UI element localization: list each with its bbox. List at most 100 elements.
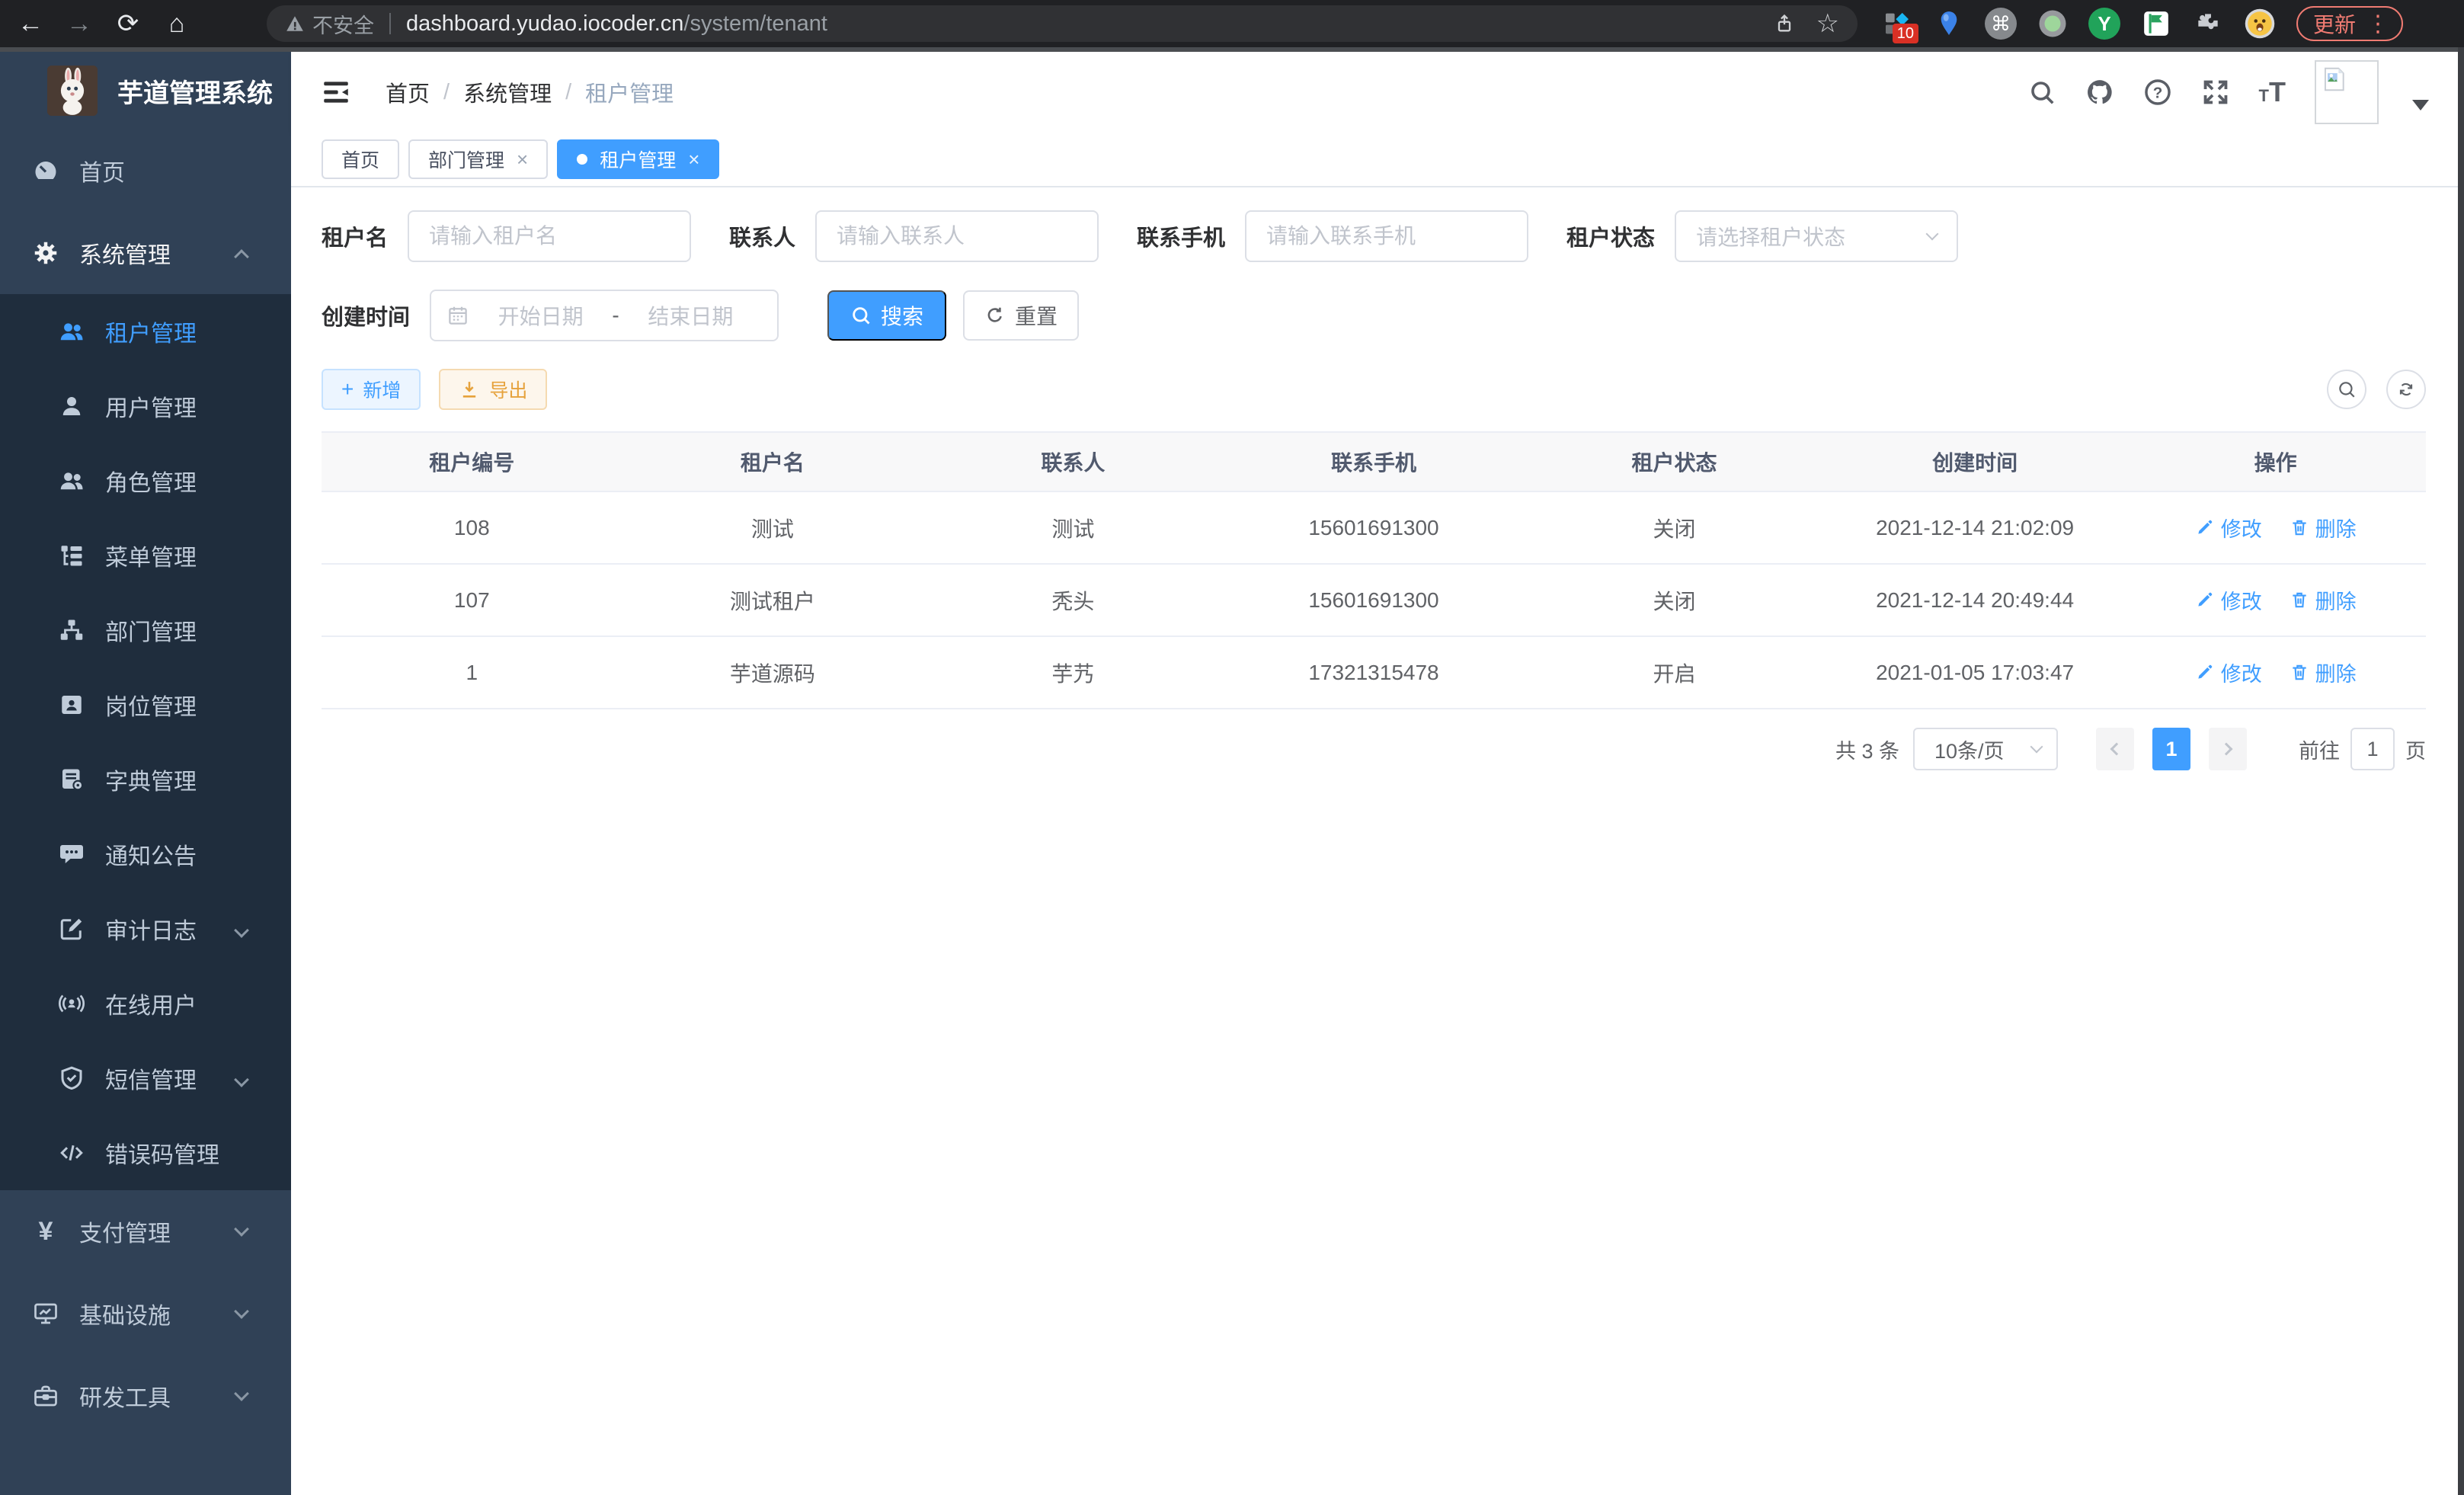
sidebar-item-user[interactable]: 用户管理 (0, 369, 291, 443)
chevron-right-icon (2220, 743, 2233, 756)
extension-tabs-icon[interactable]: 10 (1880, 7, 1914, 40)
sidebar-item-system[interactable]: 系统管理 (0, 212, 291, 294)
close-icon[interactable]: × (688, 148, 699, 171)
sidebar-fold-icon[interactable] (320, 76, 352, 108)
divider (389, 13, 391, 34)
tenant-name-input[interactable] (429, 224, 670, 248)
contact-input-wrap (815, 210, 1099, 262)
status-badge: 关闭 (1524, 491, 1825, 564)
add-button[interactable]: + 新增 (322, 369, 421, 410)
breadcrumb: 首页 / 系统管理 / 租户管理 (386, 76, 674, 108)
col-contact: 联系人 (923, 432, 1224, 491)
tab-home[interactable]: 首页 (322, 139, 399, 179)
avatar-dropdown-caret-icon[interactable] (2412, 100, 2429, 110)
sidebar-item-sms[interactable]: 短信管理 (0, 1041, 291, 1116)
col-created: 创建时间 (1825, 432, 2126, 491)
create-time-label: 创建时间 (322, 299, 410, 331)
toggle-search-button[interactable] (2327, 370, 2366, 409)
search-icon[interactable] (2027, 78, 2056, 107)
refresh-icon (984, 305, 1006, 326)
extension-balloon-icon[interactable] (1932, 7, 1966, 40)
delete-button[interactable]: 删除 (2290, 658, 2357, 687)
page-number-current[interactable]: 1 (2152, 728, 2190, 770)
sidebar-item-error-code[interactable]: 错误码管理 (0, 1116, 291, 1190)
sidebar-item-online-user[interactable]: 在线用户 (0, 966, 291, 1041)
sidebar-item-post[interactable]: 岗位管理 (0, 667, 291, 742)
filter-row-2: 创建时间 开始日期 - 结束日期 搜索 重置 (322, 290, 2426, 341)
sidebar-item-payment[interactable]: ¥ 支付管理 (0, 1190, 291, 1273)
extensions-puzzle-icon[interactable] (2191, 7, 2225, 40)
close-icon[interactable]: × (517, 148, 528, 171)
delete-button[interactable]: 删除 (2290, 513, 2357, 543)
browser-back-icon[interactable]: ← (12, 9, 49, 39)
chevron-down-icon (234, 1072, 249, 1087)
breadcrumb-home[interactable]: 首页 (386, 76, 430, 108)
edit-button[interactable]: 修改 (2195, 658, 2262, 687)
extension-flag-icon[interactable] (2139, 7, 2173, 40)
browser-update-button[interactable]: 更新 ⋮ (2296, 6, 2403, 41)
sidebar-item-dict[interactable]: 字典管理 (0, 742, 291, 817)
tenant-table: 租户编号 租户名 联系人 联系手机 租户状态 创建时间 操作 108 测试 测试… (322, 431, 2426, 709)
sidebar-item-infrastructure[interactable]: 基础设施 (0, 1273, 291, 1355)
help-icon[interactable]: ? (2143, 78, 2172, 107)
create-time-range-picker[interactable]: 开始日期 - 结束日期 (430, 290, 779, 341)
reset-button[interactable]: 重置 (963, 290, 1079, 341)
chevron-down-icon (234, 1386, 249, 1401)
browser-home-icon[interactable]: ⌂ (158, 9, 195, 39)
sidebar-logo[interactable]: 芋道管理系统 (0, 52, 291, 130)
header-actions: ? TT (2027, 60, 2429, 124)
search-button[interactable]: 搜索 (827, 290, 946, 341)
download-icon (459, 379, 480, 400)
sidebar-item-dept[interactable]: 部门管理 (0, 593, 291, 667)
extension-recorder-icon[interactable] (2036, 7, 2069, 40)
page-header: 首页 / 系统管理 / 租户管理 ? TT (291, 52, 2458, 133)
contact-input[interactable] (837, 224, 1077, 248)
sidebar-item-dev-tools[interactable]: 研发工具 (0, 1355, 291, 1437)
sidebar-item-tenant[interactable]: 租户管理 (0, 294, 291, 369)
tenant-name-label: 租户名 (322, 220, 388, 252)
date-separator: - (612, 303, 619, 328)
sidebar-item-role[interactable]: 角色管理 (0, 443, 291, 518)
refresh-table-button[interactable] (2386, 370, 2426, 409)
security-label[interactable]: 不安全 (312, 9, 374, 39)
status-select[interactable]: 请选择租户状态 (1675, 210, 1958, 262)
edit-button[interactable]: 修改 (2195, 513, 2262, 543)
dashboard-icon (32, 157, 59, 184)
extension-y-icon[interactable]: Y (2088, 7, 2121, 40)
tab-tenant[interactable]: 租户管理 × (557, 139, 719, 179)
edit-button[interactable]: 修改 (2195, 585, 2262, 615)
breadcrumb-system[interactable]: 系统管理 (463, 76, 552, 108)
broken-image-icon (2319, 65, 2348, 94)
delete-button[interactable]: 删除 (2290, 585, 2357, 615)
sidebar-item-audit-log[interactable]: 审计日志 (0, 892, 291, 966)
url-host: dashboard.yudao.iocoder.cn (406, 11, 683, 37)
export-button[interactable]: 导出 (439, 369, 547, 410)
prev-page-button[interactable] (2096, 728, 2134, 770)
browser-menu-kebab-icon[interactable]: ⋮ (2366, 11, 2389, 37)
browser-reload-icon[interactable]: ⟳ (110, 8, 146, 39)
tab-dept[interactable]: 部门管理 × (408, 139, 548, 179)
mobile-input[interactable] (1266, 224, 1507, 248)
end-date-placeholder: 结束日期 (619, 300, 762, 331)
chevron-down-icon (234, 1221, 249, 1237)
bookmark-star-icon[interactable]: ☆ (1816, 8, 1839, 39)
trash-icon (2290, 662, 2309, 682)
sidebar-item-notice[interactable]: 通知公告 (0, 817, 291, 892)
share-icon[interactable] (1774, 13, 1795, 34)
goto-page-input[interactable] (2350, 728, 2395, 770)
browser-forward-icon[interactable]: → (61, 9, 98, 39)
online-user-icon (58, 990, 85, 1017)
user-avatar[interactable] (2315, 60, 2379, 124)
fullscreen-icon[interactable] (2201, 78, 2230, 107)
github-icon[interactable] (2085, 78, 2114, 107)
next-page-button[interactable] (2209, 728, 2247, 770)
col-tenant-id: 租户编号 (322, 432, 622, 491)
sidebar-item-menu[interactable]: 菜单管理 (0, 518, 291, 593)
sidebar-item-home[interactable]: 首页 (0, 130, 291, 212)
table-row: 108 测试 测试 15601691300 关闭 2021-12-14 21:0… (322, 491, 2426, 564)
address-bar[interactable]: 不安全 dashboard.yudao.iocoder.cn/system/te… (267, 5, 1858, 42)
page-size-select[interactable]: 10条/页 (1913, 728, 2058, 770)
profile-avatar-icon[interactable] (2243, 7, 2277, 40)
extension-command-icon[interactable]: ⌘ (1984, 7, 2018, 40)
font-size-icon[interactable]: TT (2259, 76, 2286, 108)
